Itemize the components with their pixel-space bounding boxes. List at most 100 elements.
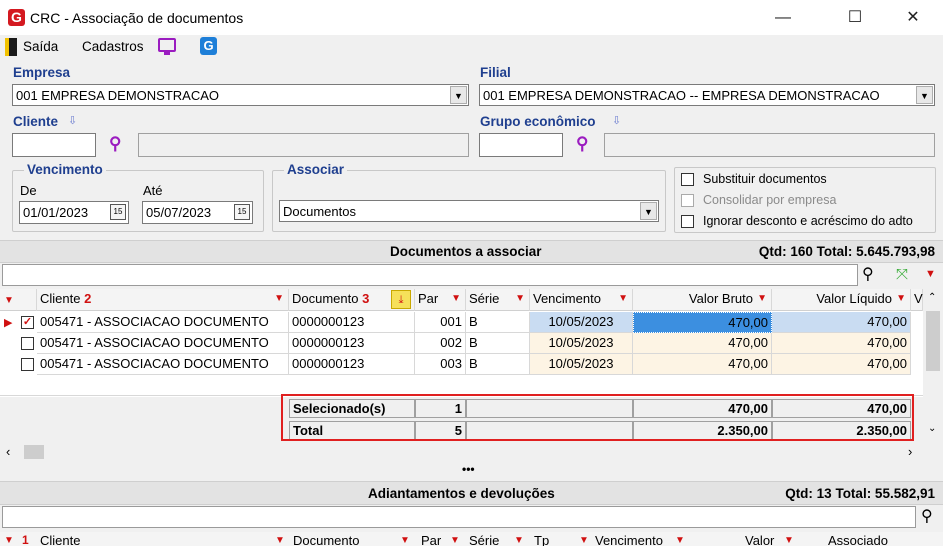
scroll-left-icon[interactable]: ‹ bbox=[6, 444, 10, 459]
splitter-handle[interactable]: ••• bbox=[462, 462, 475, 476]
cell-par[interactable]: 003 bbox=[415, 354, 466, 375]
header-serie[interactable]: Série ▼ bbox=[466, 289, 530, 311]
cell-document[interactable]: 0000000123 bbox=[289, 333, 415, 354]
filter-icon[interactable]: ▼ bbox=[451, 289, 461, 309]
menu-registers[interactable]: Cadastros bbox=[82, 39, 144, 54]
row-checkbox[interactable] bbox=[21, 358, 34, 371]
cell-client[interactable]: 005471 - ASSOCIACAO DOCUMENTO bbox=[37, 354, 289, 375]
to-date-input[interactable]: 05/07/2023 15 bbox=[142, 201, 253, 224]
adv-header-due[interactable]: Vencimento bbox=[595, 533, 663, 546]
filter-icon[interactable]: ▼ bbox=[515, 289, 525, 309]
cell-serie[interactable]: B bbox=[466, 312, 530, 333]
filter-icon[interactable]: ▼ bbox=[896, 289, 906, 309]
header-due[interactable]: Vencimento ▼ bbox=[530, 289, 633, 311]
replace-docs-checkbox[interactable] bbox=[681, 173, 694, 186]
adv-header-serie[interactable]: Série bbox=[469, 533, 499, 546]
chevron-down-icon[interactable]: ▼ bbox=[640, 202, 657, 220]
chevron-down-icon[interactable]: ▼ bbox=[450, 86, 467, 104]
filter-icon[interactable]: ▼ bbox=[400, 535, 410, 546]
maximize-button[interactable]: ☐ bbox=[832, 0, 878, 35]
cell-due[interactable]: 10/05/2023 bbox=[530, 312, 633, 333]
from-date-input[interactable]: 01/01/2023 15 bbox=[19, 201, 129, 224]
cell-due[interactable]: 10/05/2023 bbox=[530, 354, 633, 375]
economic-group-code-input[interactable] bbox=[479, 133, 563, 157]
cell-due[interactable]: 10/05/2023 bbox=[530, 333, 633, 354]
filter-icon[interactable]: ▼ bbox=[757, 289, 767, 309]
ignore-discount-checkbox[interactable] bbox=[681, 215, 694, 228]
calendar-icon[interactable]: 15 bbox=[234, 204, 250, 220]
cell-serie[interactable]: B bbox=[466, 333, 530, 354]
row-checkbox[interactable] bbox=[21, 337, 34, 350]
dropdown-triangle-icon[interactable]: ▼ bbox=[925, 268, 936, 280]
active-filter-icon[interactable]: ⤓ bbox=[391, 290, 411, 309]
docs-horizontal-scrollbar[interactable]: ‹ › bbox=[0, 443, 943, 461]
filter-icon[interactable]: ▼ bbox=[784, 535, 794, 546]
menu-exit[interactable]: Saída bbox=[23, 39, 58, 54]
chevron-down-icon[interactable]: ▼ bbox=[916, 86, 933, 104]
expand-icon[interactable]: ⤧ bbox=[892, 265, 912, 285]
calendar-icon[interactable]: 15 bbox=[110, 204, 126, 220]
scroll-down-icon[interactable]: ⌄ bbox=[928, 423, 936, 434]
scroll-thumb[interactable] bbox=[926, 311, 940, 371]
from-date-value: 01/01/2023 bbox=[23, 205, 89, 220]
cell-gross[interactable]: 470,00 bbox=[633, 354, 772, 375]
cell-document[interactable]: 0000000123 bbox=[289, 312, 415, 333]
filter-icon[interactable]: ▼ bbox=[514, 535, 524, 546]
header-document[interactable]: Documento 3 ⤓ bbox=[289, 289, 415, 311]
exit-icon[interactable] bbox=[5, 38, 17, 56]
docs-vertical-scrollbar[interactable]: ⌃ ⌄ bbox=[923, 289, 943, 440]
cell-gross[interactable]: 470,00 bbox=[633, 333, 772, 354]
monitor-icon[interactable] bbox=[158, 38, 176, 52]
filter-icon[interactable]: ▼ bbox=[675, 535, 685, 546]
search-icon[interactable]: ⚲ bbox=[109, 134, 121, 154]
company-select[interactable]: 001 EMPRESA DEMONSTRACAO ▼ bbox=[12, 84, 469, 106]
associate-select[interactable]: Documentos ▼ bbox=[279, 200, 659, 222]
table-row[interactable]: ▶ ✓ 005471 - ASSOCIACAO DOCUMENTO 000000012… bbox=[0, 312, 923, 333]
cell-net[interactable]: 470,00 bbox=[772, 333, 911, 354]
cell-serie[interactable]: B bbox=[466, 354, 530, 375]
filter-icon[interactable]: ▼ bbox=[274, 289, 284, 309]
h-scroll-thumb[interactable] bbox=[24, 445, 44, 459]
search-icon[interactable]: ⚲ bbox=[921, 506, 933, 526]
app-shortcut-icon[interactable]: G bbox=[200, 37, 217, 55]
cell-net[interactable]: 470,00 bbox=[772, 354, 911, 375]
minimize-button[interactable]: — bbox=[760, 0, 806, 35]
scroll-right-icon[interactable]: › bbox=[908, 444, 912, 459]
adv-header-value[interactable]: Valor bbox=[745, 533, 774, 546]
adv-header-document[interactable]: Documento bbox=[293, 533, 359, 546]
close-button[interactable]: ✕ bbox=[890, 0, 936, 35]
cell-client[interactable]: 005471 - ASSOCIACAO DOCUMENTO bbox=[37, 312, 289, 333]
cell-par[interactable]: 002 bbox=[415, 333, 466, 354]
search-icon[interactable]: ⚲ bbox=[862, 264, 874, 284]
adv-header-client[interactable]: Cliente bbox=[40, 533, 80, 546]
adv-header-tp[interactable]: Tp bbox=[534, 533, 549, 546]
branch-select[interactable]: 001 EMPRESA DEMONSTRACAO -- EMPRESA DEMO… bbox=[479, 84, 935, 106]
adv-summary: Qtd: 13 Total: 55.582,91 bbox=[785, 486, 935, 501]
filter-icon[interactable]: ▼ bbox=[450, 535, 460, 546]
cell-par[interactable]: 001 bbox=[415, 312, 466, 333]
adv-header-associated[interactable]: Associado bbox=[828, 533, 888, 546]
header-par[interactable]: Par ▼ bbox=[415, 289, 466, 311]
table-row[interactable]: 005471 - ASSOCIACAO DOCUMENTO 0000000123 0… bbox=[0, 354, 923, 375]
filter-icon[interactable]: ▼ bbox=[618, 289, 628, 309]
docs-search-input[interactable] bbox=[2, 264, 858, 286]
adv-search-input[interactable] bbox=[2, 506, 916, 528]
cell-gross[interactable]: 470,00 bbox=[633, 312, 772, 333]
ignore-discount-label: Ignorar desconto e acréscimo do adto bbox=[703, 214, 913, 228]
filter-icon[interactable]: ▼ bbox=[579, 535, 589, 546]
cell-document[interactable]: 0000000123 bbox=[289, 354, 415, 375]
row-checkbox[interactable]: ✓ bbox=[21, 316, 34, 329]
header-net[interactable]: Valor Líquido ▼ bbox=[772, 289, 911, 311]
client-code-input[interactable] bbox=[12, 133, 96, 157]
search-icon[interactable]: ⚲ bbox=[576, 134, 588, 154]
cell-client[interactable]: 005471 - ASSOCIACAO DOCUMENTO bbox=[37, 333, 289, 354]
table-row[interactable]: 005471 - ASSOCIACAO DOCUMENTO 0000000123 0… bbox=[0, 333, 923, 354]
header-gross[interactable]: Valor Bruto ▼ bbox=[633, 289, 772, 311]
filter-icon[interactable]: ▼ bbox=[4, 295, 14, 306]
header-client[interactable]: Cliente 2 ▼ bbox=[37, 289, 289, 311]
filter-icon[interactable]: ▼ bbox=[275, 535, 285, 546]
scroll-up-icon[interactable]: ⌃ bbox=[928, 292, 936, 303]
adv-header-par[interactable]: Par bbox=[421, 533, 441, 546]
filter-icon[interactable]: ▼ bbox=[4, 535, 14, 546]
cell-net[interactable]: 470,00 bbox=[772, 312, 911, 333]
